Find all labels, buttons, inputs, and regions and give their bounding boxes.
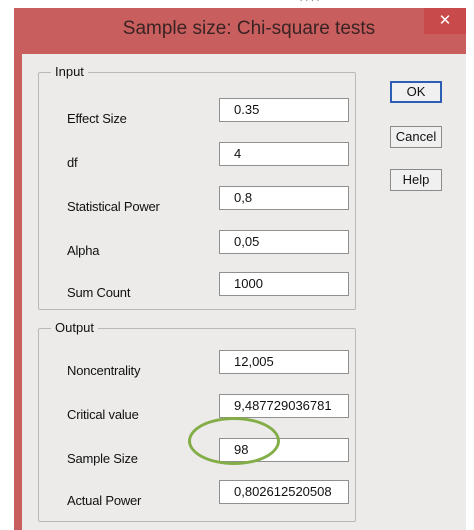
dialog-title: Sample size: Chi-square tests <box>122 18 376 39</box>
actual-power-label: Actual Power <box>67 493 142 508</box>
close-icon: ✕ <box>438 12 452 29</box>
statistical-power-label: Statistical Power <box>67 199 160 214</box>
alpha-label: Alpha <box>67 243 100 258</box>
critical-value-field[interactable]: 9,487729036781 <box>219 394 349 418</box>
noncentrality-label: Noncentrality <box>67 363 141 378</box>
cancel-button[interactable]: Cancel <box>390 126 442 148</box>
dialog-client-area: Input Effect Size 0.35 df 4 Statistical … <box>22 54 466 530</box>
df-field[interactable]: 4 <box>219 142 349 166</box>
alpha-field[interactable]: 0,05 <box>219 230 349 254</box>
effect-size-label: Effect Size <box>67 111 127 126</box>
actual-power-field[interactable]: 0,802612520508 <box>219 480 349 504</box>
title-bar[interactable]: Sample size: Chi-square tests ✕ <box>14 8 466 54</box>
ok-button[interactable]: OK <box>390 81 442 103</box>
df-label: df <box>67 155 78 170</box>
output-group: Output Noncentrality 12,005 Critical val… <box>38 320 356 522</box>
effect-size-field[interactable]: 0.35 <box>219 98 349 122</box>
sum-count-label: Sum Count <box>67 285 131 300</box>
input-group: Input Effect Size 0.35 df 4 Statistical … <box>38 64 356 310</box>
help-button[interactable]: Help <box>390 169 442 191</box>
input-group-title: Input <box>51 64 88 79</box>
sample-size-field[interactable]: 98 <box>219 438 349 462</box>
output-group-title: Output <box>51 320 99 335</box>
critical-value-label: Critical value <box>67 407 139 422</box>
noncentrality-field[interactable]: 12,005 <box>219 350 349 374</box>
chi-square-sample-size-dialog: Sample size: Chi-square tests ✕ Input Ef… <box>14 8 466 530</box>
close-button[interactable]: ✕ <box>424 8 466 34</box>
statistical-power-field[interactable]: 0,8 <box>219 186 349 210</box>
sum-count-field[interactable]: 1000 <box>219 272 349 296</box>
sample-size-label: Sample Size <box>67 451 138 466</box>
